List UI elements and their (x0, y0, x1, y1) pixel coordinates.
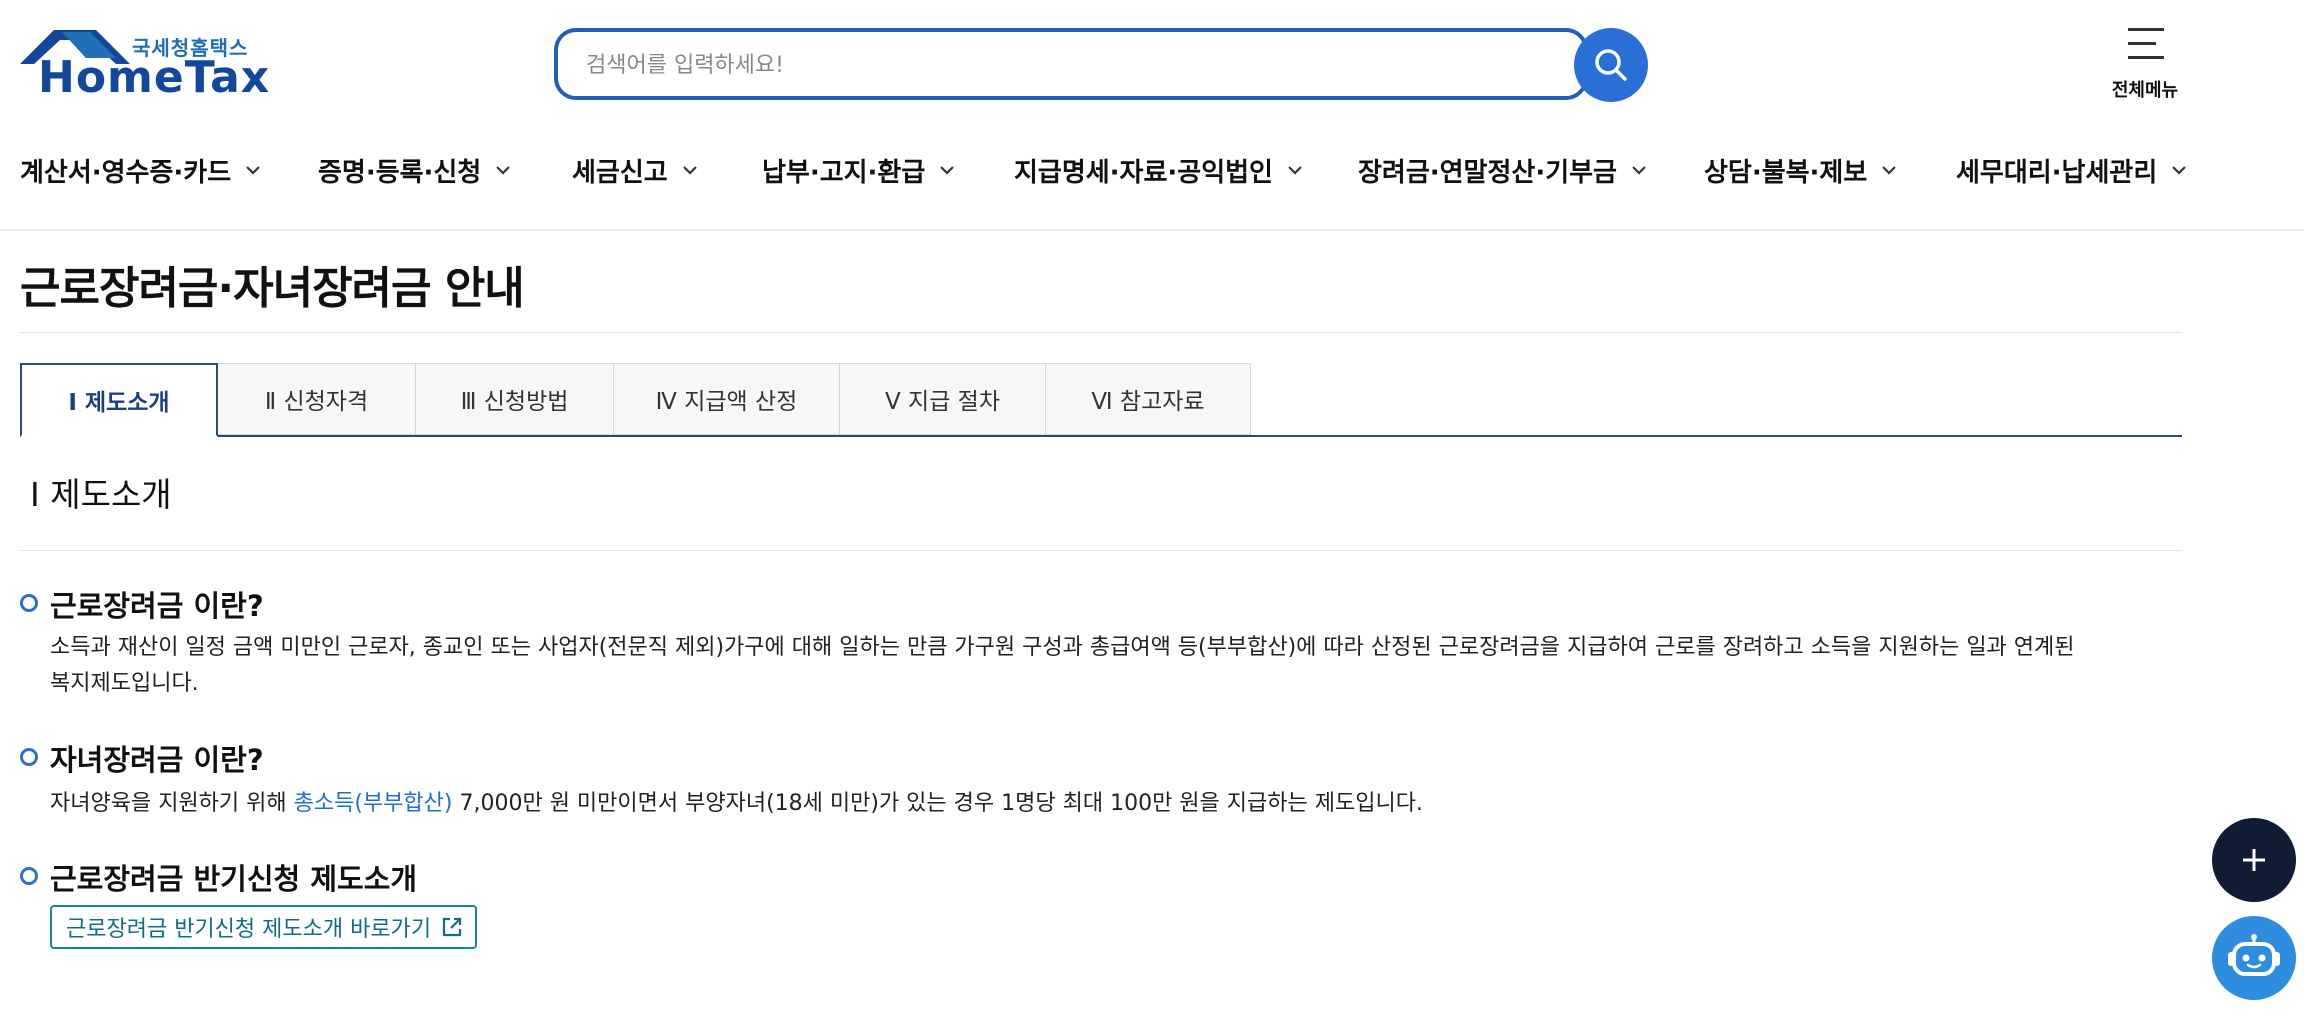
shortcut-label: 근로장려금 반기신청 제도소개 바로가기 (66, 917, 432, 942)
gnb-item-consult[interactable]: 상담·불복·제보 (1704, 150, 1897, 190)
all-menu-label: 전체메뉴 (2111, 80, 2179, 101)
chevron-down-icon (1882, 166, 1897, 175)
tab-intro[interactable]: Ⅰ 제도소개 (20, 363, 218, 437)
tab-label: Ⅱ 신청자격 (264, 389, 369, 415)
gnb-item-payment-statement[interactable]: 지급명세·자료·공익법인 (1014, 150, 1303, 190)
plus-icon (2243, 849, 2265, 871)
tab-payment-procedure[interactable]: Ⅴ 지급 절차 (839, 363, 1046, 435)
gnb-item-incentive[interactable]: 장려금·연말정산·기부금 (1358, 150, 1647, 190)
half-year-shortcut-button[interactable]: 근로장려금 반기신청 제도소개 바로가기 (50, 905, 478, 949)
chevron-down-icon (1288, 166, 1302, 175)
gnb-item-label: 세금신고 (572, 157, 668, 188)
hamburger-icon (2128, 28, 2164, 60)
search-box (554, 28, 1588, 100)
q1-title: 근로장려금 이란? (50, 589, 264, 623)
tab-label: Ⅰ 제도소개 (68, 390, 170, 416)
q2-body-suffix: 7,000만 원 미만이면서 부양자녀(18세 미만)가 있는 경우 1명당 최… (452, 791, 1423, 816)
search-button[interactable] (1574, 28, 1648, 102)
tab-label: Ⅳ 지급액 산정 (655, 389, 798, 415)
gnb-item-label: 계산서·영수증·카드 (20, 157, 232, 188)
bullet-icon (20, 748, 38, 766)
gnb-divider (0, 229, 2304, 231)
section-divider (20, 550, 2182, 551)
q1-body-line1: 소득과 재산이 일정 금액 미만인 근로자, 종교인 또는 사업자(전문직 제외… (50, 635, 2075, 660)
logo-english-text: HomeTax (38, 52, 271, 103)
all-menu-button[interactable]: 전체메뉴 (2098, 26, 2192, 104)
search-input[interactable] (584, 32, 1508, 98)
gnb-item-invoice[interactable]: 계산서·영수증·카드 (20, 150, 261, 190)
external-link-icon (442, 917, 462, 937)
gnb-item-label: 세무대리·납세관리 (1956, 157, 2158, 188)
q2-body-prefix: 자녀양육을 지원하기 위해 (50, 791, 294, 816)
bullet-icon (20, 594, 38, 612)
tab-eligibility[interactable]: Ⅱ 신청자격 (217, 363, 416, 435)
q2-title: 자녀장려금 이란? (50, 743, 264, 777)
hometax-logo[interactable]: 국세청홈택스 HomeTax (20, 30, 269, 102)
gnb-item-label: 장려금·연말정산·기부금 (1358, 157, 1617, 188)
chevron-down-icon (1632, 166, 1646, 175)
tab-how-to-apply[interactable]: Ⅲ 신청방법 (415, 363, 614, 435)
tab-label: Ⅵ 참고자료 (1091, 389, 1205, 415)
tab-references[interactable]: Ⅵ 참고자료 (1045, 363, 1251, 435)
gnb-item-tax-filing[interactable]: 세금신고 (572, 150, 698, 190)
title-divider (20, 332, 2182, 333)
gnb-item-label: 상담·불복·제보 (1704, 157, 1868, 188)
q2-body: 자녀양육을 지원하기 위해 총소득(부부합산) 7,000만 원 미만이면서 부… (50, 786, 1423, 822)
chevron-down-icon (2172, 166, 2187, 175)
page-title: 근로장려금·자녀장려금 안내 (20, 263, 525, 314)
chevron-down-icon (682, 166, 697, 175)
search-icon (1595, 49, 1627, 81)
chatbot-robot-icon (2228, 934, 2280, 976)
q3-title: 근로장려금 반기신청 제도소개 (50, 862, 418, 896)
gnb-item-payment[interactable]: 납부·고지·환급 (762, 150, 955, 190)
gnb-item-label: 증명·등록·신청 (318, 157, 482, 188)
section-title: Ⅰ 제도소개 (30, 475, 172, 514)
tab-label: Ⅴ 지급 절차 (885, 389, 1000, 415)
gnb-item-label: 납부·고지·환급 (762, 157, 926, 188)
chatbot-button[interactable] (2212, 916, 2296, 1000)
tabs-baseline (20, 435, 2182, 437)
tab-amount-calc[interactable]: Ⅳ 지급액 산정 (613, 363, 840, 435)
q1-body-line2: 복지제도입니다. (50, 671, 199, 696)
tab-label: Ⅲ 신청방법 (460, 389, 569, 415)
chevron-down-icon (940, 166, 955, 175)
chevron-down-icon (246, 166, 260, 175)
bullet-icon (20, 867, 38, 885)
gnb-item-label: 지급명세·자료·공익법인 (1014, 157, 1273, 188)
gnb-item-certificate[interactable]: 증명·등록·신청 (318, 150, 511, 190)
chevron-down-icon (496, 166, 511, 175)
gnb-item-tax-agent[interactable]: 세무대리·납세관리 (1956, 150, 2187, 190)
total-income-link[interactable]: 총소득(부부합산) (294, 791, 453, 816)
quick-menu-plus-button[interactable] (2212, 818, 2296, 902)
